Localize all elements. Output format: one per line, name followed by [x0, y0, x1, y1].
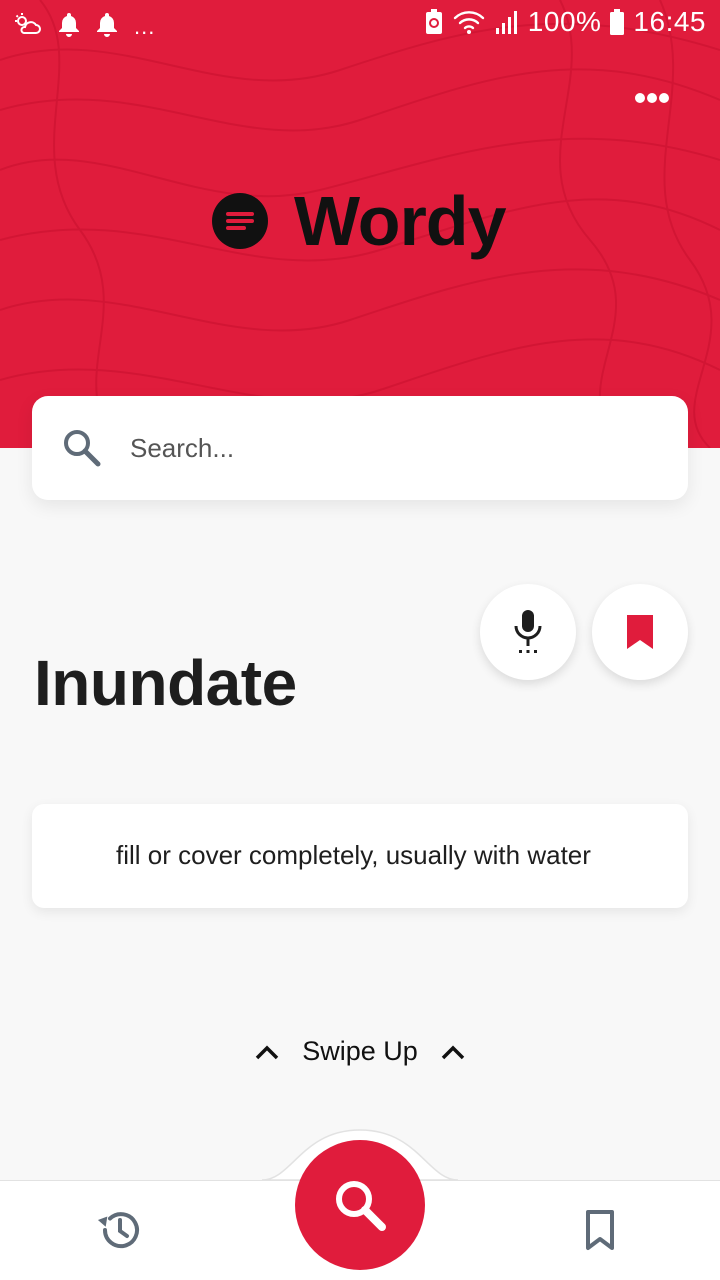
- definition-text: fill or cover completely, usually with w…: [116, 840, 591, 870]
- search-icon: [64, 430, 101, 467]
- notification-bell-icon: [59, 13, 79, 37]
- battery-icon: [610, 9, 625, 35]
- word-title: Inundate: [34, 647, 297, 719]
- definition-card: fill or cover completely, usually with w…: [32, 804, 688, 908]
- chevron-up-icon: [441, 1045, 465, 1059]
- search-input[interactable]: [130, 424, 650, 472]
- battery-percent: 100%: [527, 6, 602, 37]
- bookmark-outline-icon[interactable]: [576, 1206, 624, 1254]
- bookmark-button[interactable]: [592, 584, 688, 680]
- header-banner: ... 100% 16:45 Wordy: [0, 0, 720, 448]
- weather-icon: [15, 13, 41, 34]
- clock: 16:45: [633, 6, 706, 37]
- app-name: Wordy: [294, 182, 506, 260]
- search-fab[interactable]: [295, 1140, 425, 1270]
- app-logo: Wordy: [212, 186, 506, 256]
- status-bar: ... 100% 16:45: [0, 0, 720, 48]
- bookmark-icon: [627, 615, 653, 649]
- more-horizontal-icon[interactable]: [622, 80, 682, 116]
- battery-saver-icon: [425, 9, 442, 34]
- chevron-up-icon: [255, 1045, 279, 1059]
- search-icon: [336, 1181, 386, 1231]
- history-icon[interactable]: [96, 1206, 144, 1254]
- microphone-icon: [514, 610, 542, 653]
- voice-search-button[interactable]: [480, 584, 576, 680]
- notification-bell-icon: [97, 13, 117, 37]
- overflow-dots: ...: [134, 14, 156, 39]
- signal-icon: [495, 11, 517, 34]
- swipe-up-hint[interactable]: Swipe Up: [0, 1036, 720, 1067]
- wifi-icon: [453, 11, 484, 34]
- swipe-up-label: Swipe Up: [302, 1036, 418, 1066]
- logo-badge-icon: [212, 193, 268, 249]
- search-bar[interactable]: [32, 396, 688, 500]
